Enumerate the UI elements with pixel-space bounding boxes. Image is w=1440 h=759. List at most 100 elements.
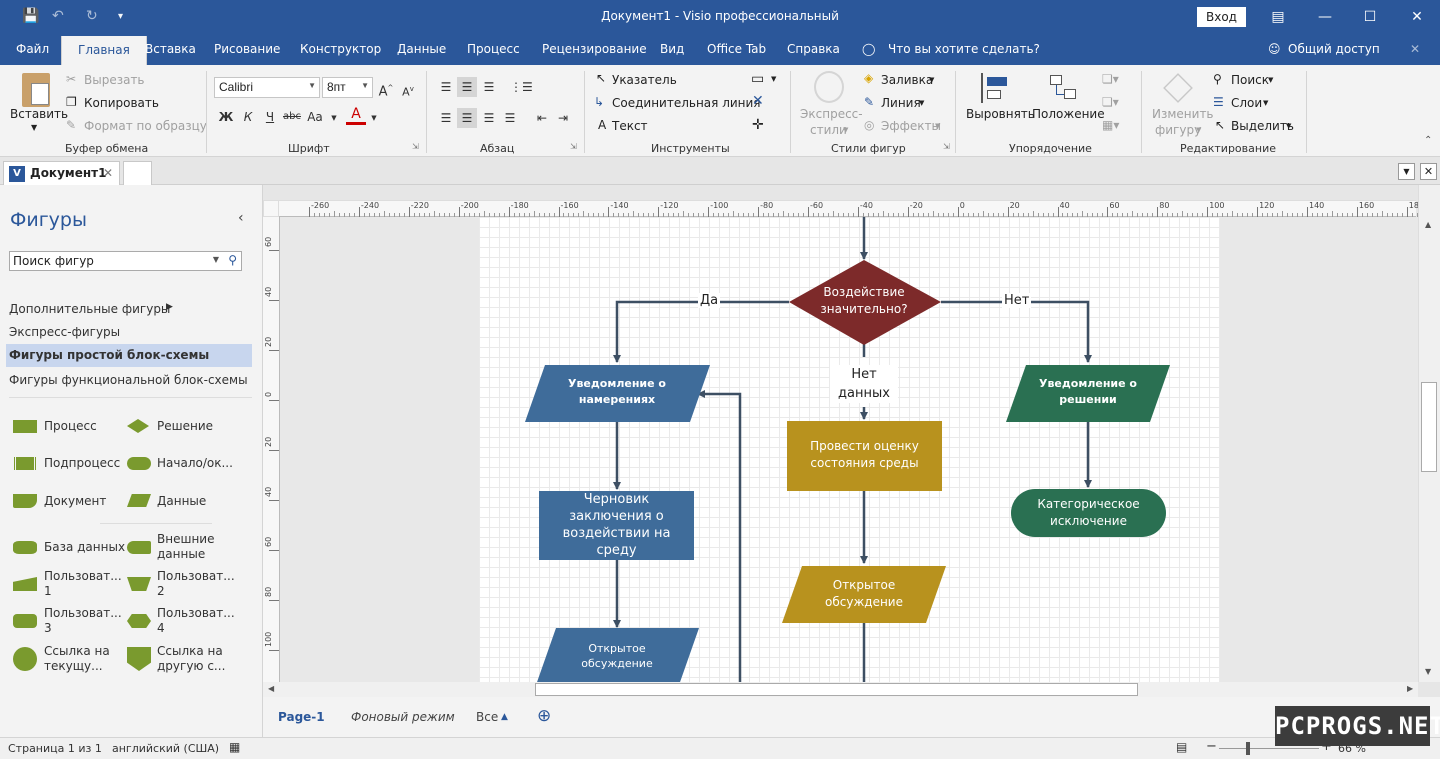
align-right-icon[interactable]: ☰	[479, 108, 499, 128]
close-icon[interactable]: ✕	[1402, 6, 1432, 28]
select-button[interactable]: Выделить	[1231, 119, 1294, 133]
decrease-indent-icon[interactable]: ⇤	[532, 108, 552, 128]
position-button[interactable]: Положение	[1032, 107, 1105, 121]
change-shape-label-1[interactable]: Изменить	[1152, 107, 1214, 121]
shape-label[interactable]: Документ	[44, 494, 106, 509]
shape-label[interactable]: Ссылка на текущу...	[44, 644, 116, 674]
page-count-status[interactable]: Страница 1 из 1	[8, 742, 102, 755]
font-name-combo[interactable]: Calibri ▼	[214, 77, 320, 98]
find-button[interactable]: Поиск	[1231, 73, 1269, 87]
data-shape-icon[interactable]	[127, 494, 151, 507]
share-button[interactable]: Общий доступ	[1288, 42, 1380, 56]
chevron-down-icon[interactable]: ▼	[843, 126, 848, 134]
font-dialog-launcher-icon[interactable]: ⇲	[412, 142, 419, 151]
tab-draw[interactable]: Рисование	[214, 42, 280, 56]
category-more-shapes[interactable]: Дополнительные фигуры	[9, 302, 170, 316]
align-shapes-icon[interactable]	[981, 73, 1009, 103]
change-shape-icon[interactable]	[1163, 73, 1193, 103]
search-icon[interactable]: ⚲	[228, 253, 237, 267]
quick-styles-icon[interactable]	[814, 71, 844, 103]
scroll-left-icon[interactable]: ◀	[268, 684, 274, 693]
add-page-icon[interactable]: ⊕	[537, 706, 551, 726]
document-shape-icon[interactable]	[13, 494, 37, 508]
format-painter-button[interactable]: Формат по образцу	[84, 119, 207, 133]
all-pages-button[interactable]: Все	[476, 710, 498, 724]
database-shape-icon[interactable]	[13, 541, 37, 554]
bold-button[interactable]: Ж	[216, 107, 236, 127]
fill-button[interactable]: Заливка	[881, 73, 933, 87]
effects-button[interactable]: Эффекты	[881, 119, 941, 133]
scroll-right-icon[interactable]: ▶	[1407, 684, 1413, 693]
page-tab-background[interactable]: Фоновый режим	[351, 710, 455, 724]
zoom-slider-thumb[interactable]	[1246, 742, 1250, 755]
change-case-button[interactable]: Aa	[305, 107, 325, 127]
horizontal-scroll-thumb[interactable]	[535, 683, 1138, 696]
chevron-down-icon[interactable]: ▼	[935, 122, 940, 130]
shape-label[interactable]: Пользоват... 3	[44, 606, 122, 636]
undo-icon[interactable]: ↶	[52, 8, 64, 24]
tab-insert[interactable]: Вставка	[145, 42, 196, 56]
save-icon[interactable]: 💾	[22, 8, 39, 24]
collapse-pane-icon[interactable]: ‹	[238, 210, 244, 226]
drawing-canvas[interactable]: Воздействие значительно? Да Нет Нет данн…	[280, 217, 1418, 682]
tab-list-icon[interactable]: ▼	[1398, 163, 1415, 180]
tab-file[interactable]: Файл	[16, 42, 49, 56]
scroll-up-icon[interactable]: ▲	[1425, 220, 1431, 229]
close-document-icon[interactable]: ✕	[1420, 163, 1437, 180]
chevron-down-icon[interactable]: ▼	[324, 108, 344, 128]
tab-office-tab[interactable]: Office Tab	[707, 42, 766, 56]
chevron-down-icon[interactable]: ▼	[771, 75, 776, 83]
vertical-scrollbar[interactable]: ▲ ▼	[1418, 185, 1440, 682]
chevron-down-icon[interactable]: ▼	[364, 108, 384, 128]
paste-icon[interactable]	[22, 73, 50, 107]
custom-shape-icon[interactable]	[127, 577, 151, 591]
process-shape-icon[interactable]	[13, 420, 37, 433]
layers-button[interactable]: Слои	[1231, 96, 1262, 110]
category-cross-functional[interactable]: Фигуры функциональной блок-схемы	[9, 373, 248, 387]
align-top-icon[interactable]: ☰	[436, 77, 456, 97]
close-ribbon-icon[interactable]: ✕	[1410, 42, 1420, 56]
decision-shape-icon[interactable]	[127, 419, 149, 433]
tab-help[interactable]: Справка	[787, 42, 840, 56]
shape-label[interactable]: Начало/ок...	[157, 456, 233, 471]
collapse-ribbon-icon[interactable]: ⌃	[1424, 135, 1432, 146]
change-shape-label-2[interactable]: фигуру	[1155, 123, 1201, 137]
position-icon[interactable]	[1048, 73, 1078, 103]
shrink-font-icon[interactable]: Av	[398, 79, 418, 99]
chevron-down-icon[interactable]: ▼	[1196, 126, 1201, 134]
tab-process[interactable]: Процесс	[467, 42, 520, 56]
pointer-tool-button[interactable]: Указатель	[612, 73, 677, 87]
chevron-up-icon[interactable]: ▲	[501, 712, 508, 722]
maximize-icon[interactable]: ☐	[1355, 6, 1385, 28]
shape-label[interactable]: Пользоват... 1	[44, 569, 122, 599]
group-icon[interactable]: ▦▾	[1102, 118, 1119, 132]
strikethrough-button[interactable]: abc	[282, 107, 302, 127]
justify-icon[interactable]: ☰	[500, 108, 520, 128]
styles-dialog-launcher-icon[interactable]: ⇲	[943, 142, 950, 151]
horizontal-scrollbar[interactable]: ◀ ▶	[263, 682, 1418, 697]
shape-label[interactable]: Ссылка на другую с...	[157, 644, 229, 674]
shape-label[interactable]: Пользоват... 4	[157, 606, 235, 636]
chevron-down-icon[interactable]: ▼	[1286, 122, 1291, 130]
connection-point-icon[interactable]: ✛	[752, 117, 764, 133]
chevron-right-icon[interactable]: ▶	[166, 302, 173, 312]
category-basic-flowchart[interactable]: Фигуры простой блок-схемы	[6, 344, 252, 367]
paste-dropdown-icon[interactable]: ▼	[31, 123, 37, 132]
bring-forward-icon[interactable]: ❏▾	[1102, 72, 1119, 86]
external-data-shape-icon[interactable]	[127, 541, 151, 554]
macro-record-icon[interactable]: ▦	[229, 740, 240, 754]
send-backward-icon[interactable]: ❏▾	[1102, 95, 1119, 109]
tab-review[interactable]: Рецензирование	[542, 42, 647, 56]
minimize-icon[interactable]: —	[1310, 6, 1340, 28]
custom-shape-icon[interactable]	[127, 614, 151, 628]
chevron-down-icon[interactable]: ▼	[1263, 99, 1268, 107]
cut-button[interactable]: Вырезать	[84, 73, 145, 87]
new-tab-button[interactable]	[123, 161, 152, 185]
connector-tool-button[interactable]: Соединительная линия	[612, 96, 761, 110]
category-quick-shapes[interactable]: Экспресс-фигуры	[9, 325, 120, 339]
offpage-ref-icon[interactable]	[127, 647, 151, 671]
scroll-down-icon[interactable]: ▼	[1425, 667, 1431, 676]
shape-label[interactable]: Данные	[157, 494, 206, 509]
redo-icon[interactable]: ↻	[86, 8, 98, 24]
terminator-shape-icon[interactable]	[127, 457, 151, 470]
